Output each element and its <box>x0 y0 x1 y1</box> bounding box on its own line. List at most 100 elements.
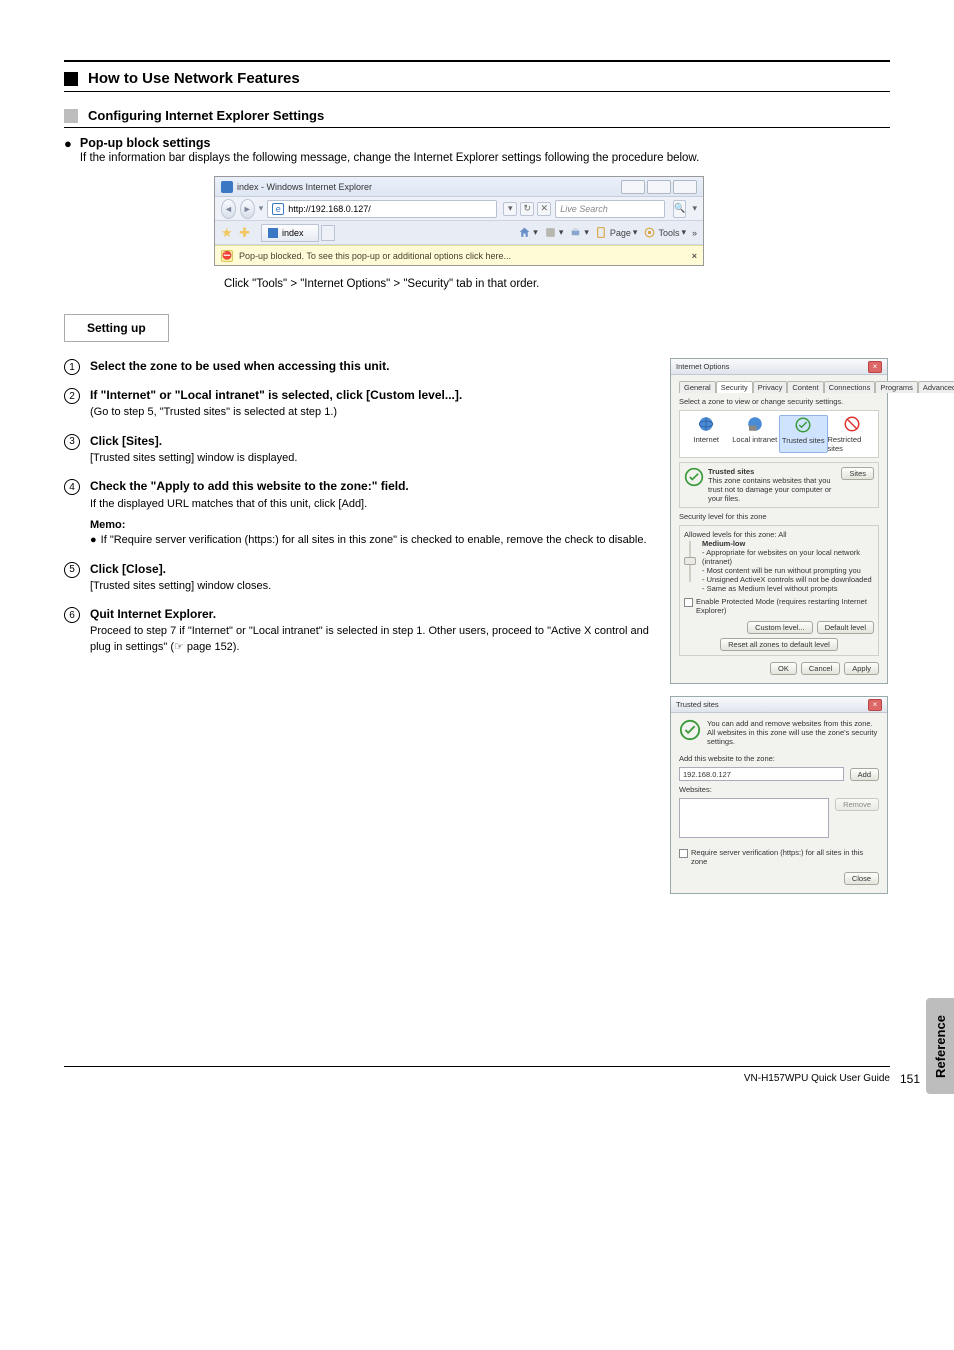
zone-internet[interactable]: Internet <box>682 415 731 453</box>
address-controls: ▾ ↻ ✕ <box>503 202 551 216</box>
require-https-checkbox[interactable]: Require server verification (https:) for… <box>679 848 879 866</box>
tab-connections[interactable]: Connections <box>824 381 876 393</box>
ie-logo-icon <box>221 181 233 193</box>
security-slider[interactable] <box>684 539 696 584</box>
tools-menu[interactable]: Tools ▾ <box>643 226 686 239</box>
tab-general[interactable]: General <box>679 381 716 393</box>
security-level-box: Allowed levels for this zone: All Medium… <box>679 525 879 656</box>
add-website-label: Add this website to the zone: <box>679 754 879 763</box>
internet-options-title: Internet Options <box>676 362 729 371</box>
step-5-head: Click [Close]. <box>90 561 271 577</box>
protected-mode-checkbox[interactable]: Enable Protected Mode (requires restarti… <box>684 597 874 615</box>
step-2: 2 If "Internet" or "Local intranet" is s… <box>64 387 650 421</box>
ie-window-title: index - Windows Internet Explorer <box>237 182 372 192</box>
maximize-button[interactable] <box>647 180 671 194</box>
cancel-button[interactable]: Cancel <box>801 662 840 675</box>
info-icon: ⛔ <box>221 250 233 262</box>
address-bar[interactable]: e http://192.168.0.127/ <box>267 200 497 218</box>
apply-button[interactable]: Apply <box>844 662 879 675</box>
dropdown-icon[interactable]: ▾ <box>259 203 264 214</box>
search-button[interactable]: 🔍 <box>673 200 686 218</box>
top-rule <box>64 60 890 62</box>
step-2-head: If "Internet" or "Local intranet" is sel… <box>90 387 462 403</box>
websites-listbox[interactable] <box>679 798 829 838</box>
step-4-memo: Memo: ●If "Require server verification (… <box>90 518 647 549</box>
close-button[interactable] <box>673 180 697 194</box>
ok-button[interactable]: OK <box>770 662 797 675</box>
medlow-line-3: - Same as Medium level without prompts <box>702 584 874 593</box>
new-tab-button[interactable] <box>321 225 335 241</box>
add-website-input[interactable]: 192.168.0.127 <box>679 767 844 781</box>
feeds-button[interactable]: ▾ <box>544 226 564 239</box>
step-number: 6 <box>64 607 80 623</box>
step-1-head: Select the zone to be used when accessin… <box>90 358 389 374</box>
tab-advanced[interactable]: Advanced <box>918 381 954 393</box>
tab-security[interactable]: Security <box>716 381 753 393</box>
popup-block-desc: If the information bar displays the foll… <box>80 150 699 166</box>
url-text: http://192.168.0.127/ <box>288 204 371 214</box>
minimize-button[interactable] <box>621 180 645 194</box>
page-menu[interactable]: Page ▾ <box>595 226 638 239</box>
tab-label: index <box>282 228 304 238</box>
remove-button[interactable]: Remove <box>835 798 879 811</box>
step-number: 3 <box>64 434 80 450</box>
internet-options-titlebar: Internet Options × <box>671 359 887 375</box>
memo-bullet: ● <box>90 533 97 548</box>
sub-rule <box>64 127 890 128</box>
sites-button[interactable]: Sites <box>841 467 874 480</box>
add-button[interactable]: Add <box>850 768 879 781</box>
add-favorites-icon[interactable]: ✚ <box>239 225 255 241</box>
information-bar[interactable]: ⛔ Pop-up blocked. To see this pop-up or … <box>215 245 703 265</box>
sub-title: Configuring Internet Explorer Settings <box>88 108 324 123</box>
tab-content[interactable]: Content <box>787 381 823 393</box>
sub-bullet-square <box>64 109 78 123</box>
medlow-line-1: - Most content will be run without promp… <box>702 566 874 575</box>
info-bar-close[interactable]: × <box>692 251 697 261</box>
dialog-close-button[interactable]: × <box>868 699 882 711</box>
step-1: 1 Select the zone to be used when access… <box>64 358 650 375</box>
memo-label: Memo: <box>90 519 125 531</box>
toolbar-chevron-icon[interactable]: » <box>692 228 697 238</box>
search-dropdown-icon[interactable]: ▾ <box>692 203 697 214</box>
page-number: 151 <box>900 1072 920 1086</box>
popup-block-title: Pop-up block settings <box>80 136 699 150</box>
browser-tab[interactable]: index <box>261 224 319 242</box>
reset-zones-button[interactable]: Reset all zones to default level <box>720 638 838 651</box>
stop-icon[interactable]: ✕ <box>537 202 551 216</box>
zone-restricted-sites[interactable]: Restricted sites <box>828 415 877 453</box>
tab-programs[interactable]: Programs <box>875 381 918 393</box>
refresh-icon[interactable]: ↻ <box>520 202 534 216</box>
favorites-star-icon[interactable]: ★ <box>221 225 237 241</box>
medlow-line-2: - Unsigned ActiveX controls will not be … <box>702 575 874 584</box>
zone-local-intranet[interactable]: Local intranet <box>731 415 780 453</box>
default-level-button[interactable]: Default level <box>817 621 874 634</box>
search-box[interactable]: Live Search <box>555 200 665 218</box>
step-3: 3 Click [Sites]. [Trusted sites setting]… <box>64 433 650 467</box>
print-button[interactable]: ▾ <box>569 226 589 239</box>
window-controls <box>621 180 697 194</box>
address-dropdown-icon[interactable]: ▾ <box>503 202 517 216</box>
footer-text: VN-H157WPU Quick User Guide <box>744 1073 890 1084</box>
internet-options-tabs: General Security Privacy Content Connect… <box>679 381 879 393</box>
toolbar-right: ▾ ▾ ▾ Page ▾ Tools ▾ » <box>518 226 697 239</box>
home-button[interactable]: ▾ <box>518 226 538 239</box>
back-button[interactable]: ◄ <box>221 199 236 219</box>
dialog-close-button[interactable]: × <box>868 361 882 373</box>
section-heading: How to Use Network Features <box>64 70 890 87</box>
section-bullet-square <box>64 72 78 86</box>
forward-button[interactable]: ► <box>240 199 255 219</box>
close-button[interactable]: Close <box>844 872 879 885</box>
step-number: 5 <box>64 562 80 578</box>
zone-trusted-sites[interactable]: Trusted sites <box>779 415 828 453</box>
sub-heading-row: Configuring Internet Explorer Settings <box>64 108 890 123</box>
tab-privacy[interactable]: Privacy <box>753 381 788 393</box>
trusted-sites-title: Trusted sites <box>676 700 719 709</box>
step-6-head: Quit Internet Explorer. <box>90 606 650 622</box>
checkmark-icon <box>684 467 704 487</box>
checkbox-icon <box>679 849 688 858</box>
step-number: 1 <box>64 359 80 375</box>
require-https-label: Require server verification (https:) for… <box>691 848 879 866</box>
websites-label: Websites: <box>679 785 879 794</box>
select-zone-label: Select a zone to view or change security… <box>679 397 879 406</box>
custom-level-button[interactable]: Custom level... <box>747 621 813 634</box>
